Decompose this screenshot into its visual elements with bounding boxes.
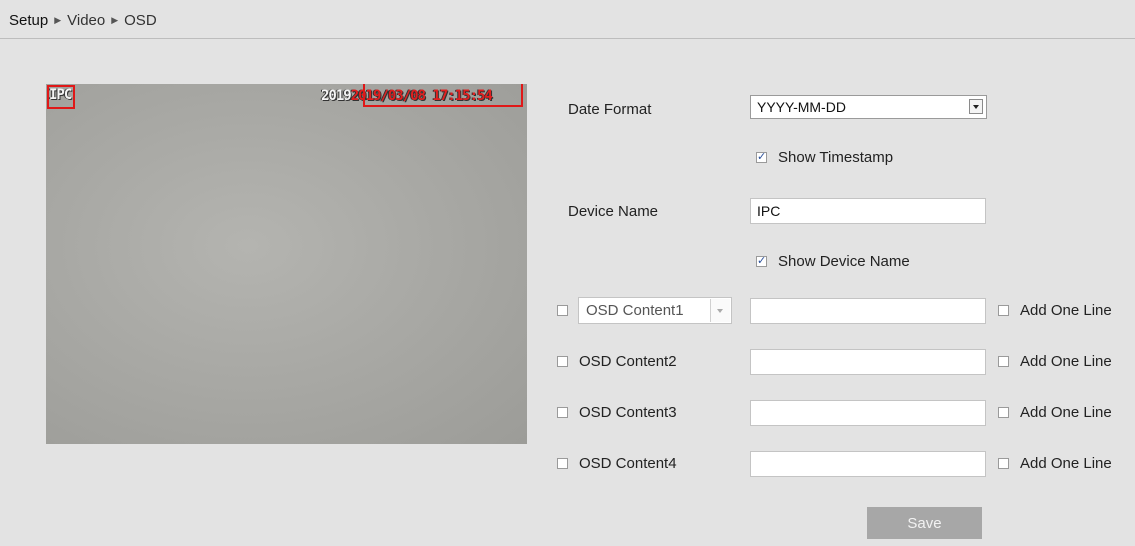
- osd-content2-label: OSD Content2: [579, 353, 677, 370]
- osd-content2-add-line-checkbox[interactable]: [998, 356, 1009, 367]
- osd-content3-input[interactable]: [750, 400, 986, 426]
- osd-content4-add-line-checkbox[interactable]: [998, 458, 1009, 469]
- osd-content1-input[interactable]: [750, 298, 986, 324]
- osd-content4-add-line-label: Add One Line: [1020, 455, 1112, 472]
- osd-timestamp-prefix: 2019: [321, 88, 352, 104]
- osd-content1-checkbox[interactable]: [557, 305, 568, 316]
- date-format-label: Date Format: [568, 101, 652, 118]
- breadcrumb-osd: OSD: [124, 11, 157, 29]
- osd-content4-checkbox[interactable]: [557, 458, 568, 469]
- show-device-name-label: Show Device Name: [778, 253, 910, 270]
- date-format-select[interactable]: YYYY-MM-DD: [750, 95, 987, 119]
- osd-device-name-box[interactable]: [47, 85, 75, 109]
- device-name-input[interactable]: [750, 198, 986, 224]
- header-divider: [0, 38, 1135, 39]
- osd-content3-label: OSD Content3: [579, 404, 677, 421]
- osd-content1-add-line-checkbox[interactable]: [998, 305, 1009, 316]
- osd-content4-label: OSD Content4: [579, 455, 677, 472]
- show-timestamp-label: Show Timestamp: [778, 149, 894, 166]
- osd-timestamp-box[interactable]: [363, 84, 523, 107]
- breadcrumb-separator-icon: ▶: [111, 14, 119, 25]
- osd-content3-add-line-label: Add One Line: [1020, 404, 1112, 421]
- osd-content2-add-line-label: Add One Line: [1020, 353, 1112, 370]
- save-button[interactable]: Save: [867, 507, 982, 539]
- breadcrumb-setup[interactable]: Setup: [9, 12, 48, 29]
- date-format-value: YYYY-MM-DD: [757, 99, 846, 115]
- show-device-name-checkbox[interactable]: [756, 254, 767, 267]
- device-name-label: Device Name: [568, 203, 659, 220]
- osd-content3-add-line-checkbox[interactable]: [998, 407, 1009, 418]
- osd-content1-add-line-label: Add One Line: [1020, 302, 1112, 319]
- chevron-down-icon[interactable]: [710, 299, 730, 322]
- osd-content2-input[interactable]: [750, 349, 986, 375]
- breadcrumb: Setup ▶ Video ▶ OSD: [9, 10, 157, 30]
- show-timestamp-checkbox[interactable]: [756, 150, 767, 163]
- osd-content3-checkbox[interactable]: [557, 407, 568, 418]
- video-preview: IPC 20192019/03/08 17:15:54: [46, 84, 527, 444]
- breadcrumb-separator-icon: ▶: [54, 14, 62, 25]
- osd-content2-checkbox[interactable]: [557, 356, 568, 367]
- osd-content4-input[interactable]: [750, 451, 986, 477]
- osd-content1-select[interactable]: OSD Content1: [578, 297, 732, 324]
- osd-content1-label: OSD Content1: [586, 302, 684, 319]
- breadcrumb-video[interactable]: Video: [67, 12, 105, 29]
- chevron-down-icon[interactable]: [969, 99, 983, 114]
